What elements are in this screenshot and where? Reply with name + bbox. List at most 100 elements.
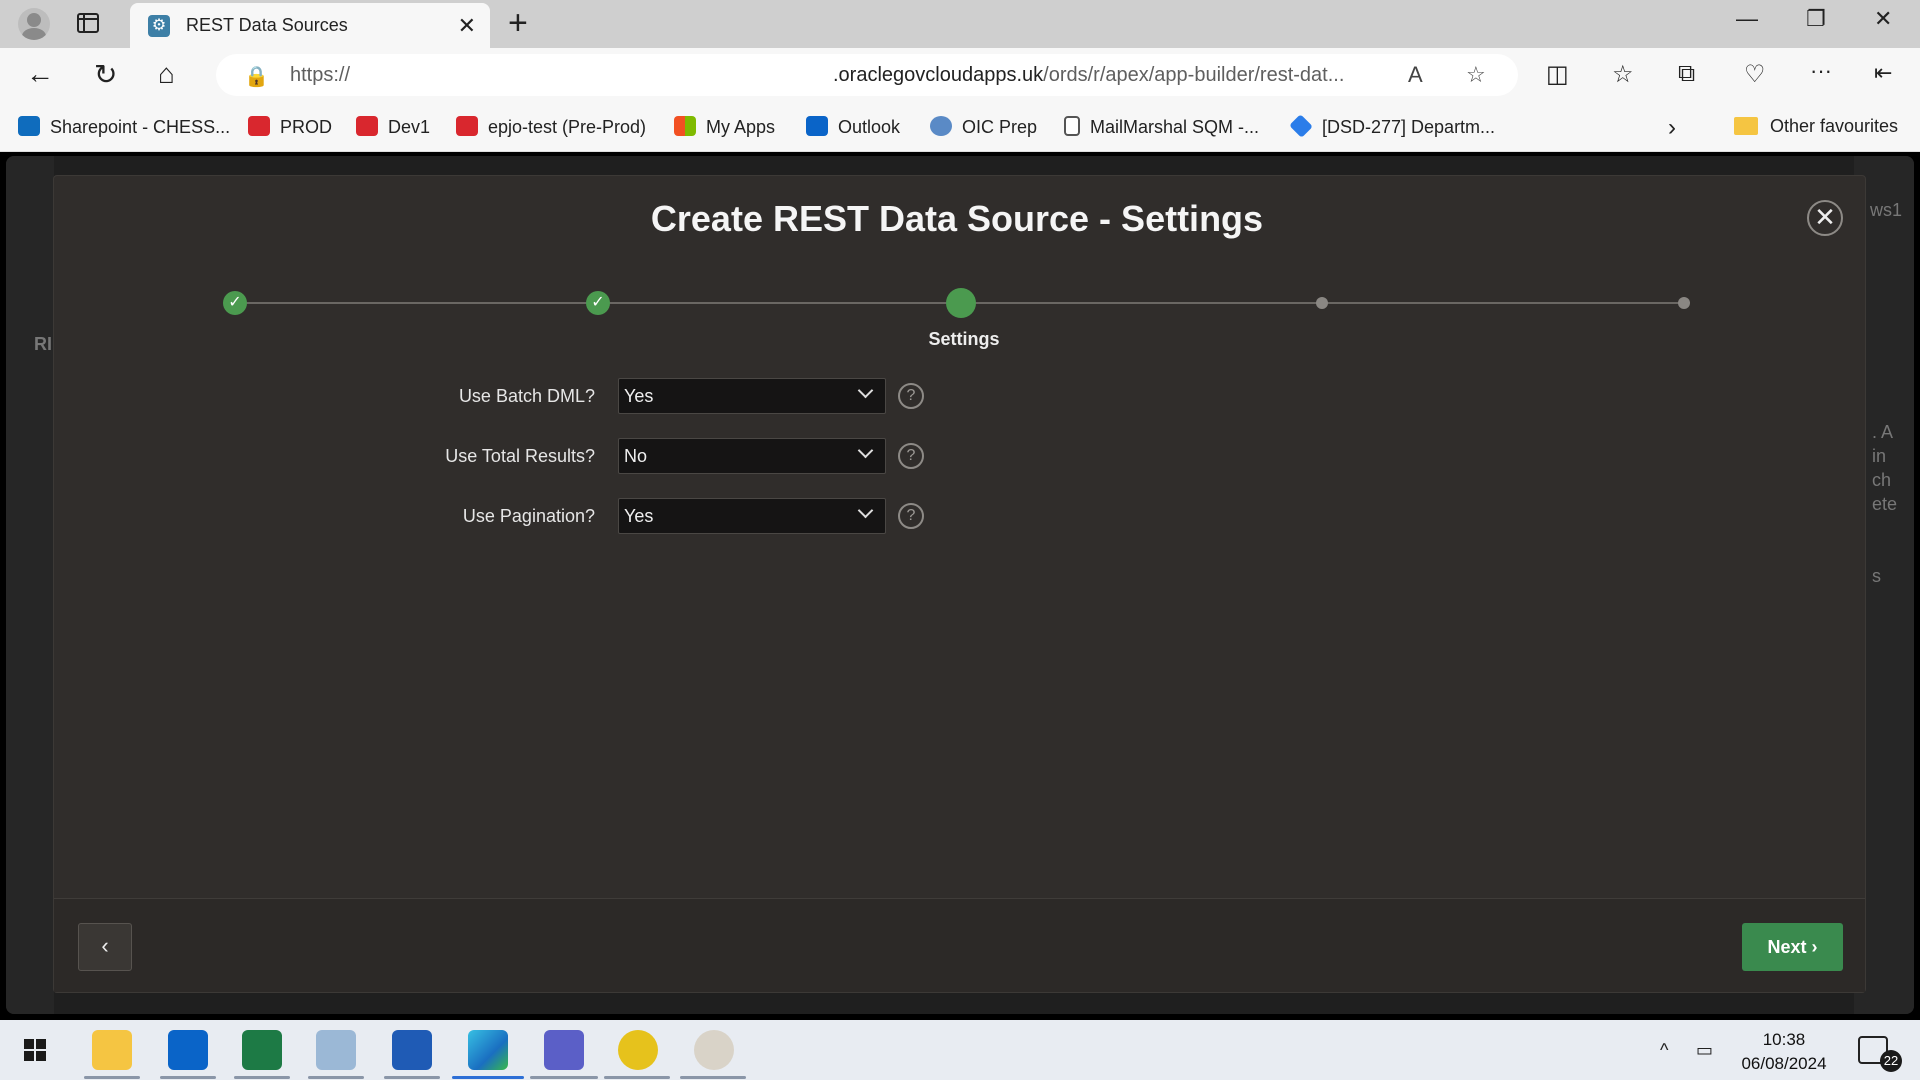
apex-favicon-icon: ⚙ <box>148 15 170 37</box>
collections-icon[interactable]: ⧉ <box>1678 60 1695 88</box>
bookmark-sharepoint[interactable]: Sharepoint - CHESS... <box>18 116 230 138</box>
bookmark-my-apps[interactable]: My Apps <box>674 116 775 138</box>
file-explorer-icon[interactable] <box>92 1030 132 1070</box>
clock-date: 06/08/2024 <box>1741 1054 1827 1073</box>
tab-close-icon[interactable]: ✕ <box>458 13 476 39</box>
background-right-text: ete <box>1872 494 1898 514</box>
taskbar-indicator-active <box>452 1076 524 1079</box>
teams-icon[interactable] <box>544 1030 584 1070</box>
background-side-text: RI <box>34 334 52 354</box>
url-scheme: https:// <box>290 64 351 86</box>
bookmark-oic-prep[interactable]: OIC Prep <box>930 116 1037 138</box>
battery-icon[interactable]: ▭ <box>1696 1040 1713 1061</box>
favorites-icon[interactable]: ☆ <box>1612 60 1634 89</box>
read-aloud-icon[interactable]: A <box>1408 62 1423 88</box>
bookmark-dsd-277[interactable]: [DSD-277] Departm... <box>1289 114 1495 138</box>
wizard-step-1-done-icon: ✓ <box>223 291 247 315</box>
chatgpt-icon[interactable] <box>618 1030 658 1070</box>
more-options-icon[interactable]: ··· <box>1810 58 1832 84</box>
windows-start-icon[interactable] <box>24 1039 46 1061</box>
previous-button[interactable]: ‹ <box>78 923 132 971</box>
help-icon[interactable]: ? <box>898 383 924 409</box>
paint-icon[interactable] <box>694 1030 734 1070</box>
background-right-text: ch <box>1872 470 1892 490</box>
browser-navbar: ← ↻ ⌂ 🔒 https:// .oraclegovcloudapps.uk/… <box>0 48 1920 104</box>
home-icon[interactable]: ⌂ <box>158 58 175 90</box>
bookmark-epjo-test[interactable]: epjo-test (Pre-Prod) <box>456 116 646 138</box>
wizard-step-5-pending <box>1678 297 1690 309</box>
bookmark-dev1[interactable]: Dev1 <box>356 116 430 138</box>
pagination-label: Use Pagination? <box>462 506 595 526</box>
help-icon[interactable]: ? <box>898 443 924 469</box>
document-icon <box>1064 116 1080 136</box>
outlook-icon[interactable] <box>168 1030 208 1070</box>
window-close-button[interactable]: ✕ <box>1874 6 1892 32</box>
bookmark-outlook[interactable]: Outlook <box>806 116 900 138</box>
browser-titlebar: ⚙ REST Data Sources ✕ + — ❐ ✕ <box>0 0 1920 48</box>
bookmark-label: Sharepoint - CHESS... <box>50 117 231 137</box>
next-button[interactable]: Next › <box>1742 923 1843 971</box>
favorite-star-icon[interactable]: ☆ <box>1466 62 1486 88</box>
minimize-button[interactable]: — <box>1736 6 1758 32</box>
tray-chevron-up-icon[interactable]: ^ <box>1660 1040 1668 1061</box>
bookmark-mailmarshal[interactable]: MailMarshal SQM -... <box>1064 116 1259 138</box>
background-right-text: s <box>1872 566 1881 586</box>
split-screen-icon[interactable]: ◫ <box>1546 60 1569 89</box>
chevron-down-icon <box>857 442 874 459</box>
background-right-text: in <box>1872 446 1887 466</box>
lock-icon[interactable]: 🔒 <box>244 64 269 89</box>
taskbar-indicator <box>530 1076 598 1079</box>
oic-icon <box>930 116 952 136</box>
background-user-text: ws1 <box>1870 200 1903 220</box>
address-bar[interactable]: 🔒 https:// .oraclegovcloudapps.uk/ords/r… <box>216 54 1518 96</box>
bookmark-label: Dev1 <box>388 117 431 137</box>
back-icon[interactable]: ← <box>26 58 54 90</box>
new-tab-button[interactable]: + <box>508 4 528 43</box>
taskbar-indicator <box>160 1076 216 1079</box>
dialog-footer: ‹ Next › <box>54 898 1865 992</box>
total-results-label: Use Total Results? <box>445 446 595 466</box>
help-icon[interactable]: ? <box>898 503 924 529</box>
taskbar-indicator <box>384 1076 440 1079</box>
total-results-select[interactable]: No <box>618 438 886 474</box>
tab-actions-icon[interactable] <box>77 13 99 33</box>
profile-avatar-icon[interactable] <box>18 8 50 40</box>
restore-button[interactable]: ❐ <box>1806 6 1826 32</box>
oracle-icon <box>248 116 270 136</box>
oracle-icon <box>356 116 378 136</box>
bookmark-label: epjo-test (Pre-Prod) <box>488 117 647 137</box>
bookmarks-bar: Sharepoint - CHESS... PROD Dev1 epjo-tes… <box>0 104 1920 152</box>
browser-tab-rest-data-sources[interactable]: ⚙ REST Data Sources ✕ <box>130 3 490 48</box>
current-step-label: Settings <box>928 329 1000 349</box>
wizard-step-2-done-icon: ✓ <box>586 291 610 315</box>
refresh-icon[interactable]: ↻ <box>94 58 117 91</box>
browser-essentials-icon[interactable]: ♡ <box>1744 60 1766 89</box>
dialog-close-icon[interactable]: ✕ <box>1807 200 1843 236</box>
bookmark-label: MailMarshal SQM -... <box>1090 117 1260 137</box>
wizard-step-3-current <box>946 288 976 318</box>
create-rest-data-source-dialog: Create REST Data Source - Settings ✕ ✓ ✓… <box>53 175 1866 993</box>
batch-dml-select[interactable]: Yes <box>618 378 886 414</box>
word-icon[interactable] <box>392 1030 432 1070</box>
jira-icon <box>1289 114 1313 138</box>
excel-icon[interactable] <box>242 1030 282 1070</box>
background-right-text: . A <box>1872 422 1894 442</box>
windows-taskbar: ^ ▭ 10:38 06/08/2024 22 <box>0 1020 1920 1080</box>
tab-title: REST Data Sources <box>186 15 348 35</box>
url-path: /ords/r/apex/app-builder/rest-dat... <box>1043 64 1345 86</box>
oracle-icon <box>456 116 478 136</box>
pagination-select[interactable]: Yes <box>618 498 886 534</box>
taskbar-indicator <box>308 1076 364 1079</box>
wizard-step-4-pending <box>1316 297 1328 309</box>
bookmark-label: Outlook <box>838 117 901 137</box>
edge-icon[interactable] <box>468 1030 508 1070</box>
bookmark-prod[interactable]: PROD <box>248 116 332 138</box>
sidebar-icon[interactable]: ⇤ <box>1874 60 1892 86</box>
microsoft-apps-icon <box>674 116 696 136</box>
url-text: .oraclegovcloudapps.uk/ords/r/apex/app-b… <box>833 64 1344 87</box>
bookmarks-more-chevron-icon[interactable]: › <box>1668 114 1676 142</box>
select-value: No <box>624 446 648 466</box>
notepad-icon[interactable] <box>316 1030 356 1070</box>
clock[interactable]: 10:38 06/08/2024 <box>1736 1028 1832 1076</box>
other-favourites[interactable]: Other favourites <box>1734 116 1898 137</box>
